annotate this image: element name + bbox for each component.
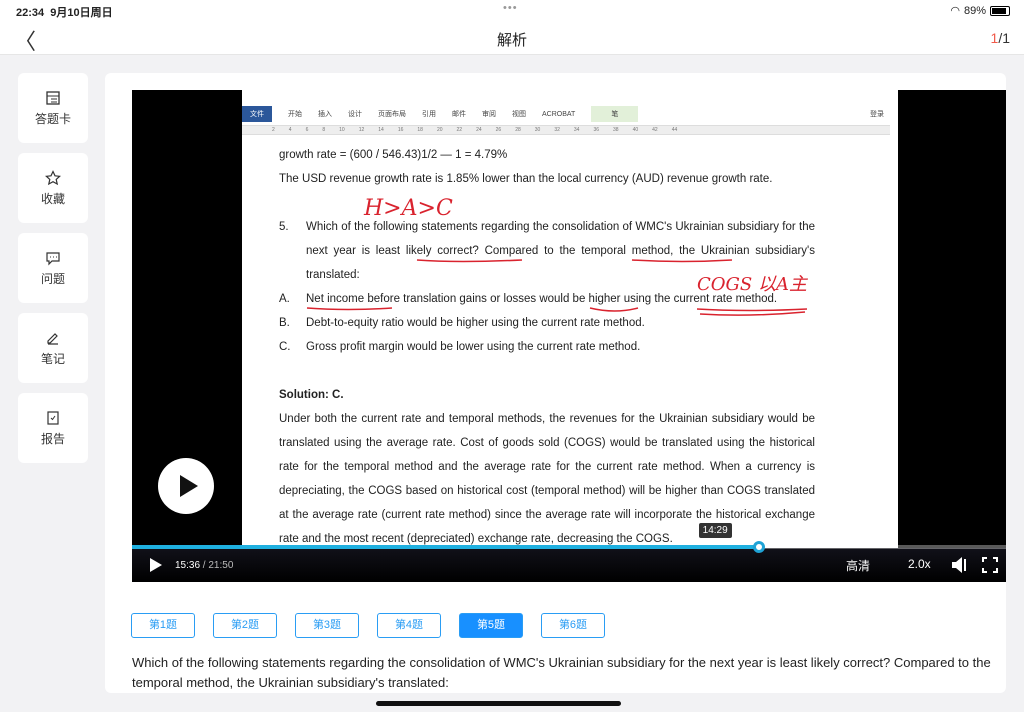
progress-knob[interactable] <box>752 541 765 553</box>
play-button[interactable] <box>150 558 162 572</box>
pen-icon <box>47 333 58 345</box>
wifi-icon: ◠ <box>950 5 960 17</box>
page-indicator: 1/1 <box>990 30 1010 46</box>
tab-question-2[interactable]: 第2题 <box>213 613 277 638</box>
volume-icon[interactable] <box>950 556 970 574</box>
tab-question-6[interactable]: 第6题 <box>541 613 605 638</box>
question-text: Which of the following statements regard… <box>132 655 991 690</box>
tab-question-1[interactable]: 第1题 <box>131 613 195 638</box>
battery-icon <box>990 5 1010 16</box>
seek-tooltip: 14:29 <box>698 523 732 538</box>
svg-text:H>A>C: H>A>C <box>363 196 453 221</box>
status-bar: 22:34 9月10日周日 ••• ◠ 89% <box>0 0 1024 22</box>
sidebar-item-question[interactable]: 问题 <box>18 233 88 303</box>
video-document-frame: 文件 开始 插入 设计 页面布局 引用 邮件 审阅 视图 ACROBAT 笔 登录 2 4 6 8 10 12… <box>242 90 898 548</box>
tab-question-5[interactable]: 第5题 <box>459 613 523 638</box>
star-icon <box>45 170 61 186</box>
quality-button[interactable]: 高清 <box>846 557 870 574</box>
time-display: 15:36 / 21:50 <box>175 560 234 571</box>
tab-question-3[interactable]: 第3题 <box>295 613 359 638</box>
page-title: 解析 <box>496 32 527 49</box>
sidebar-item-favorite[interactable]: 收藏 <box>18 153 88 223</box>
svg-text:COGS 以A主: COGS 以A主 <box>697 274 809 295</box>
play-overlay-button[interactable] <box>158 458 214 514</box>
sidebar-item-notes[interactable]: 笔记 <box>18 313 88 383</box>
report-icon <box>47 411 59 425</box>
progress-bar[interactable] <box>132 541 1006 553</box>
video-player[interactable]: 文件 开始 插入 设计 页面布局 引用 邮件 审阅 视图 ACROBAT 笔 登录 2 4 6 8 10 12… <box>132 90 1006 582</box>
status-time: 22:34 9月10日周日 <box>16 7 113 19</box>
sidebar-item-answer-card[interactable]: 答题卡 <box>18 73 88 143</box>
nav-bar: 〈 解析 1/1 <box>0 22 1024 55</box>
status-right: ◠ 89% <box>950 4 1010 17</box>
answer-card-icon <box>46 91 60 105</box>
tab-question-4[interactable]: 第4题 <box>377 613 441 638</box>
question-tabs: 第1题 第2题 第3题 第4题 第5题 第6题 <box>131 613 605 638</box>
chat-icon <box>46 252 60 266</box>
fullscreen-icon[interactable] <box>982 557 998 573</box>
player-controls: 15:36 / 21:50 高清 2.0x <box>132 548 1006 582</box>
sidebar-item-report[interactable]: 报告 <box>18 393 88 463</box>
multitask-dots[interactable]: ••• <box>503 2 518 14</box>
handwriting-annotations: H>A>C COGS 以A主 <box>306 196 809 316</box>
home-indicator[interactable] <box>376 701 621 706</box>
speed-button[interactable]: 2.0x <box>908 557 931 571</box>
battery-percent: 89% <box>963 4 986 17</box>
